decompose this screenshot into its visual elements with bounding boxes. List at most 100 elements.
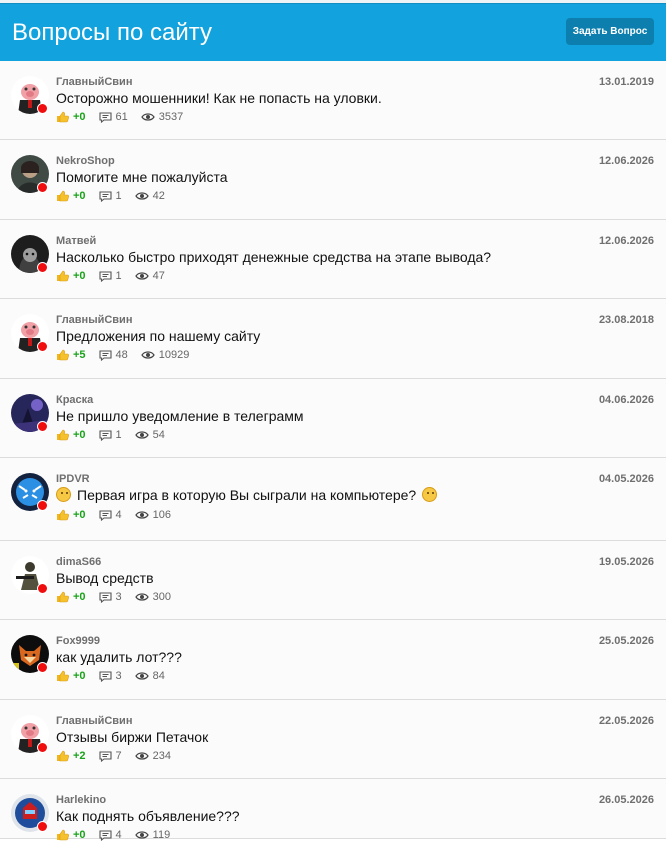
question-stats: +0 61 3537 xyxy=(56,110,196,124)
post-date: 12.06.2026 xyxy=(598,155,654,167)
thumbs-up-icon xyxy=(57,190,69,202)
offline-status-dot xyxy=(37,500,48,511)
likes-stat[interactable]: +5 xyxy=(56,349,86,361)
likes-stat[interactable]: +0 xyxy=(56,190,86,202)
question-title[interactable]: Насколько быстро приходят денежные средс… xyxy=(56,249,491,265)
author-name[interactable]: ГлавныйСвин xyxy=(56,76,132,88)
author-name[interactable]: ГлавныйСвин xyxy=(56,314,132,326)
author-name[interactable]: Fox9999 xyxy=(56,635,100,647)
eye-icon xyxy=(141,351,155,359)
question-title[interactable]: Осторожно мошенники! Как не попасть на у… xyxy=(56,90,382,106)
views-stat: 84 xyxy=(134,670,165,682)
likes-stat[interactable]: +0 xyxy=(56,829,86,841)
likes-count: +0 xyxy=(73,670,86,682)
views-stat: 10929 xyxy=(141,349,190,361)
likes-stat[interactable]: +0 xyxy=(56,429,86,441)
eye-icon xyxy=(134,431,149,439)
comments-count: 4 xyxy=(115,509,122,521)
question-title-text: Предложения по нашему сайту xyxy=(56,328,261,344)
question-row[interactable]: ГлавныйСвин 13.01.2019 Осторожно мошенники… xyxy=(0,61,666,140)
likes-stat[interactable]: +0 xyxy=(56,591,86,603)
eye-icon xyxy=(134,672,149,680)
author-name[interactable]: ГлавныйСвин xyxy=(56,715,132,727)
comments-stat: 3 xyxy=(98,670,122,682)
post-date: 25.05.2026 xyxy=(598,635,654,647)
comment-icon xyxy=(98,829,112,841)
post-date: 23.08.2018 xyxy=(598,314,654,326)
post-date: 04.06.2026 xyxy=(598,394,654,406)
views-stat: 47 xyxy=(134,270,165,282)
question-title[interactable]: Как поднять объявление??? xyxy=(56,808,240,824)
views-count: 106 xyxy=(152,509,172,521)
question-row[interactable]: ГлавныйСвин 23.08.2018 Предложения по наше… xyxy=(0,299,666,379)
question-row[interactable]: NekroShop 12.06.2026 Помогите мне пожалуйс… xyxy=(0,140,666,220)
likes-stat[interactable]: +0 xyxy=(56,111,86,123)
comment-icon xyxy=(98,429,112,441)
comment-icon xyxy=(98,591,112,603)
author-name[interactable]: IPDVR xyxy=(56,473,90,485)
author-name[interactable]: dimaS66 xyxy=(56,556,101,568)
author-name[interactable]: Матвей xyxy=(56,235,96,247)
eye-icon xyxy=(134,752,149,760)
likes-stat[interactable]: +0 xyxy=(56,670,86,682)
likes-count: +0 xyxy=(73,591,86,603)
question-stats: +0 1 54 xyxy=(56,428,178,442)
question-title[interactable]: Вывод средств xyxy=(56,570,154,586)
views-count: 234 xyxy=(152,750,172,762)
question-title[interactable]: как удалить лот??? xyxy=(56,649,182,665)
views-stat: 42 xyxy=(134,190,165,202)
comments-stat: 48 xyxy=(98,349,128,361)
offline-status-dot xyxy=(37,262,48,273)
views-count: 300 xyxy=(152,591,172,603)
page-title: Вопросы по сайту xyxy=(12,19,212,46)
likes-stat[interactable]: +2 xyxy=(56,750,86,762)
comments-count: 4 xyxy=(115,829,122,841)
likes-stat[interactable]: +0 xyxy=(56,270,86,282)
offline-status-dot xyxy=(37,821,48,832)
comments-stat: 1 xyxy=(98,190,122,202)
author-name[interactable]: Краска xyxy=(56,394,93,406)
comment-icon xyxy=(98,349,112,361)
question-row[interactable]: Краска 04.06.2026 Не пришло уведомление в … xyxy=(0,379,666,458)
views-count: 119 xyxy=(152,829,171,841)
author-name[interactable]: Harlekino xyxy=(56,794,106,806)
page-header: Вопросы по сайту Задать Вопрос xyxy=(0,3,666,61)
views-stat: 106 xyxy=(134,509,172,521)
question-row[interactable]: ГлавныйСвин 22.05.2026 Отзывы биржи Петачо… xyxy=(0,700,666,779)
thumbs-up-icon xyxy=(57,509,69,521)
comments-count: 1 xyxy=(115,190,122,202)
views-count: 3537 xyxy=(158,111,184,123)
thumbs-up-icon xyxy=(57,270,69,282)
views-stat: 54 xyxy=(134,429,165,441)
likes-count: +0 xyxy=(73,190,86,202)
comments-count: 1 xyxy=(115,270,122,282)
author-name[interactable]: NekroShop xyxy=(56,155,115,167)
thumbs-up-icon xyxy=(57,349,69,361)
question-row[interactable]: IPDVR 04.05.2026 Первая игра в которую Вы … xyxy=(0,458,666,541)
offline-status-dot xyxy=(37,182,48,193)
question-title-text: Как поднять объявление??? xyxy=(56,808,240,824)
question-row[interactable]: Harlekino 26.05.2026 Как поднять объявлени… xyxy=(0,779,666,841)
views-count: 47 xyxy=(152,270,165,282)
likes-count: +5 xyxy=(73,349,86,361)
question-row[interactable]: Матвей 12.06.2026 Насколько быстро приходя… xyxy=(0,220,666,299)
offline-status-dot xyxy=(37,341,48,352)
views-count: 10929 xyxy=(158,349,190,361)
question-row[interactable]: dimaS66 19.05.2026 Вывод средств +0 3 300 xyxy=(0,541,666,620)
question-title[interactable]: Первая игра в которую Вы сыграли на комп… xyxy=(56,487,438,503)
question-title[interactable]: Предложения по нашему сайту xyxy=(56,328,260,344)
likes-stat[interactable]: +0 xyxy=(56,509,86,521)
thumbs-up-icon xyxy=(57,111,69,123)
question-title[interactable]: Не пришло уведомление в телеграмм xyxy=(56,408,304,424)
ask-question-button[interactable]: Задать Вопрос xyxy=(566,18,654,45)
smile-emoji-icon xyxy=(56,487,71,502)
tongue-emoji-icon xyxy=(422,487,438,502)
offline-status-dot xyxy=(37,583,48,594)
question-row[interactable]: Fox9999 25.05.2026 как удалить лот??? +0 3 84 xyxy=(0,620,666,700)
question-title[interactable]: Отзывы биржи Петачок xyxy=(56,729,208,745)
question-title[interactable]: Помогите мне пожалуйста xyxy=(56,169,228,185)
question-stats: +0 3 300 xyxy=(56,590,184,604)
likes-count: +2 xyxy=(73,750,86,762)
question-title-text: Осторожно мошенники! Как не попасть на у… xyxy=(56,90,382,106)
comment-icon xyxy=(98,190,112,202)
